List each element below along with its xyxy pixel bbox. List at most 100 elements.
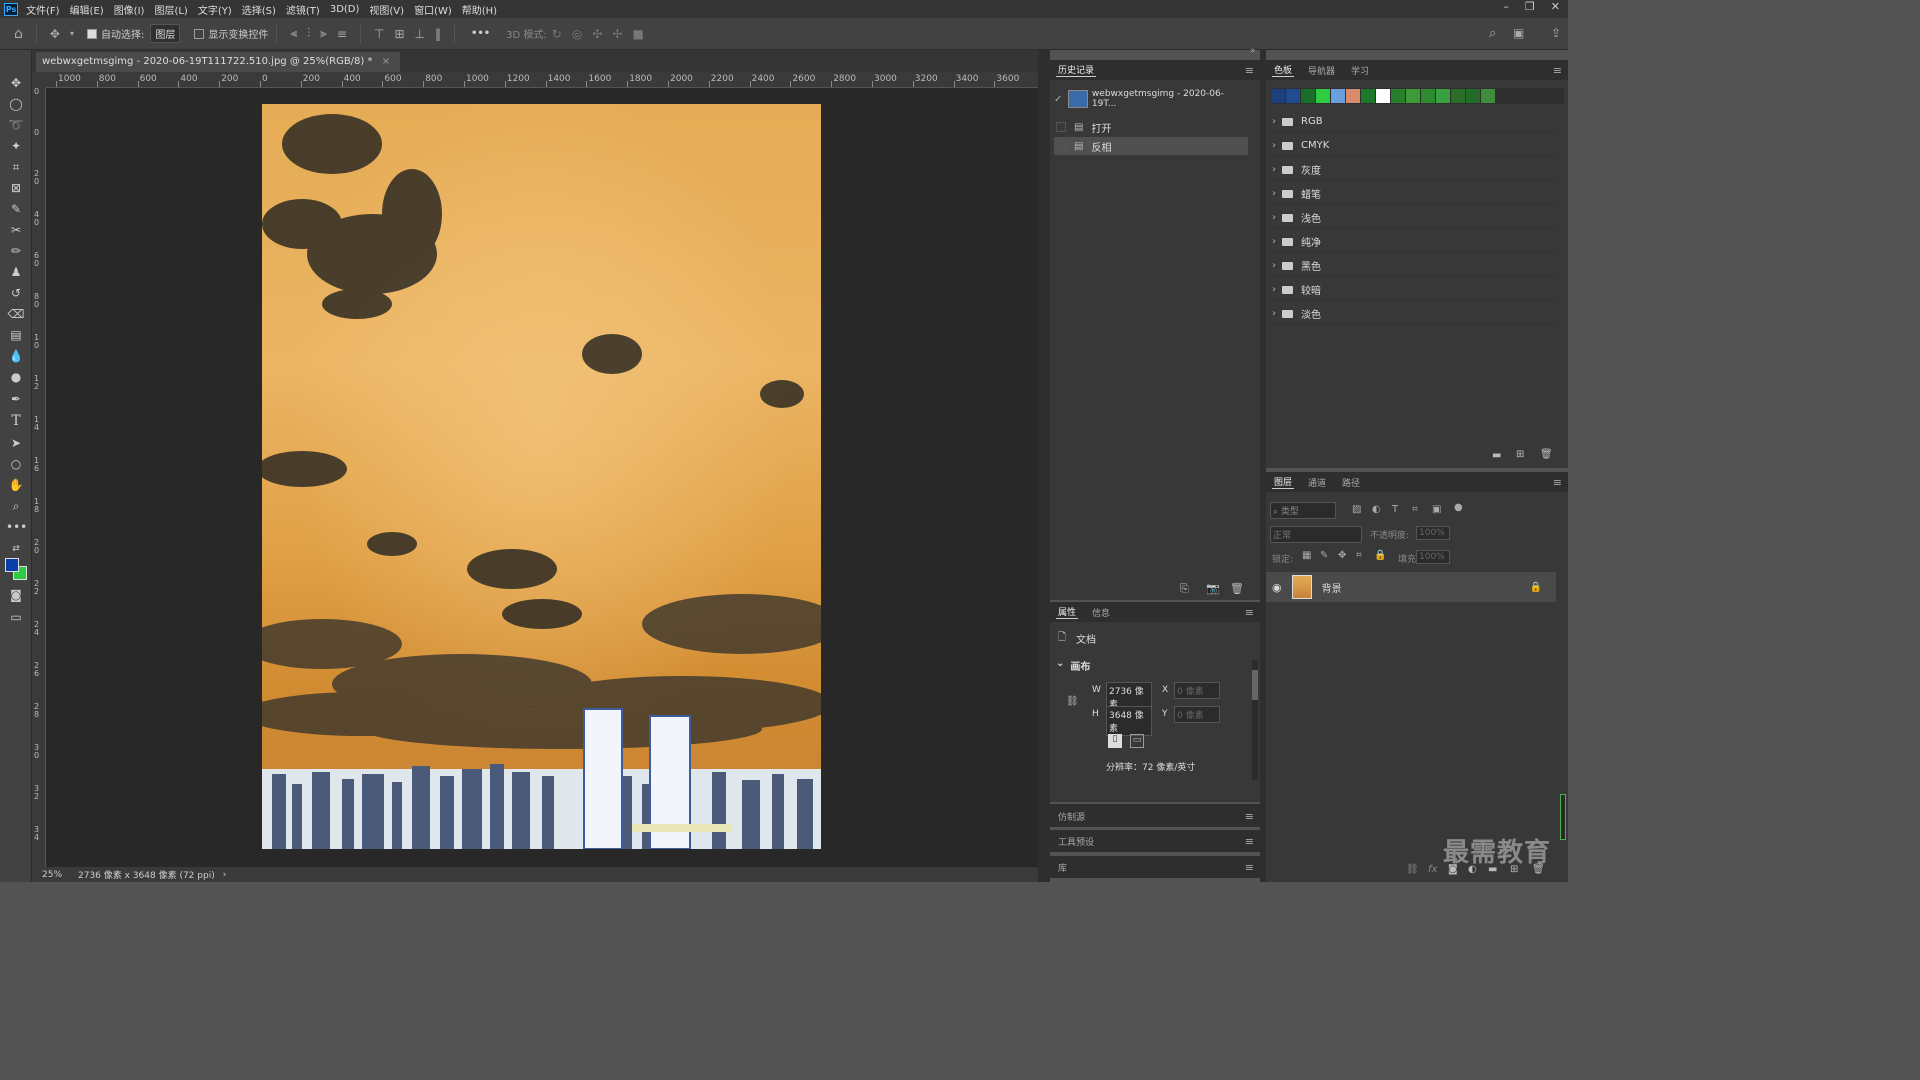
panel-menu-icon[interactable]: ≡ bbox=[1553, 64, 1562, 77]
color-swatch[interactable] bbox=[1421, 89, 1435, 103]
chevron-right-icon[interactable]: › bbox=[1272, 164, 1276, 175]
tab-layers[interactable]: 图层 bbox=[1272, 475, 1295, 489]
chevron-right-icon[interactable]: › bbox=[1272, 308, 1276, 319]
healing-brush-icon[interactable]: ✂ bbox=[6, 221, 26, 239]
brush-tool-icon[interactable]: ✏ bbox=[6, 242, 26, 260]
home-icon[interactable]: ⌂ bbox=[14, 26, 23, 42]
history-item-open[interactable]: ▤ 打开 bbox=[1054, 118, 1248, 136]
collapse-panels-icon[interactable]: » bbox=[1250, 46, 1256, 56]
chevron-right-icon[interactable]: › bbox=[1272, 236, 1276, 247]
foreground-color-swatch[interactable] bbox=[5, 558, 19, 572]
menu-layer[interactable]: 图层(L) bbox=[154, 2, 187, 17]
color-swatch[interactable] bbox=[1376, 89, 1390, 103]
chevron-right-icon[interactable]: › bbox=[1272, 212, 1276, 223]
filter-shape-icon[interactable]: ⌗ bbox=[1412, 504, 1418, 515]
eye-visibility-icon[interactable]: ◉ bbox=[1272, 581, 1282, 594]
status-menu-arrow[interactable]: › bbox=[223, 870, 227, 880]
color-swatch[interactable] bbox=[1271, 89, 1285, 103]
lock-icon[interactable]: 🔒 bbox=[1530, 582, 1542, 593]
y-field[interactable]: 0 像素 bbox=[1174, 706, 1220, 723]
tool-presets-label[interactable]: 工具预设 bbox=[1056, 835, 1096, 848]
marquee-tool-icon[interactable]: ◯ bbox=[6, 95, 26, 113]
trash-icon[interactable]: 🗑 bbox=[1230, 582, 1244, 595]
show-transform-checkbox[interactable]: 显示变换控件 bbox=[194, 26, 268, 41]
zoom-level[interactable]: 25% bbox=[42, 870, 72, 880]
camera-3d-icon[interactable]: ■ bbox=[632, 27, 643, 41]
swatch-group[interactable]: › 浅色 bbox=[1272, 208, 1556, 228]
filter-pixel-icon[interactable]: ▨ bbox=[1352, 504, 1361, 515]
fill-field[interactable]: 100% bbox=[1416, 550, 1450, 564]
align-middle-icon[interactable]: ⊞ bbox=[394, 27, 404, 41]
new-swatch-icon[interactable]: ⊞ bbox=[1516, 449, 1524, 460]
libraries-label[interactable]: 库 bbox=[1056, 861, 1069, 874]
type-tool-icon[interactable]: T bbox=[6, 412, 26, 430]
color-swatch[interactable] bbox=[1361, 89, 1375, 103]
document-tab[interactable]: webwxgetmsgimg - 2020-06-19T111722.510.j… bbox=[36, 52, 401, 72]
menu-edit[interactable]: 编辑(E) bbox=[70, 2, 104, 17]
drag-3d-icon[interactable]: ✣ bbox=[592, 27, 602, 41]
panel-menu-icon[interactable]: ≡ bbox=[1245, 64, 1254, 77]
tab-history[interactable]: 历史记录 bbox=[1056, 63, 1097, 77]
more-options-button[interactable]: ••• bbox=[471, 28, 490, 39]
crop-tool-icon[interactable]: ⌗ bbox=[6, 158, 26, 176]
lock-pixels-icon[interactable]: ✎ bbox=[1320, 550, 1328, 561]
ruler-vertical[interactable]: 0 0 2 0 4 0 6 0 8 0 1 0 1 2 1 4 1 6 1 8 2 0 2 2 2 4 2 … bbox=[32, 88, 46, 867]
color-swatch[interactable] bbox=[1466, 89, 1480, 103]
chevron-right-icon[interactable]: › bbox=[1272, 140, 1276, 151]
tab-learn[interactable]: 学习 bbox=[1349, 64, 1371, 77]
close-tab-icon[interactable]: × bbox=[382, 56, 390, 67]
menu-filter[interactable]: 滤镜(T) bbox=[286, 2, 320, 17]
screen-mode-icon[interactable]: ▭ bbox=[6, 608, 26, 626]
new-document-from-state-icon[interactable]: ⎘ bbox=[1180, 582, 1189, 596]
libraries-panel[interactable]: 库 ≡ bbox=[1050, 856, 1260, 878]
menu-help[interactable]: 帮助(H) bbox=[462, 2, 497, 17]
panel-menu-icon[interactable]: ≡ bbox=[1553, 476, 1562, 489]
history-checkbox[interactable] bbox=[1056, 122, 1066, 132]
history-item-invert[interactable]: ▤ 反相 bbox=[1054, 137, 1248, 155]
align-bottom-icon[interactable]: ⊥ bbox=[415, 27, 425, 41]
align-center-icon[interactable]: ⫶ bbox=[307, 26, 310, 41]
height-field[interactable]: 3648 像素 bbox=[1106, 706, 1152, 736]
x-field[interactable]: 0 像素 bbox=[1174, 682, 1220, 699]
tab-paths[interactable]: 路径 bbox=[1340, 476, 1362, 489]
color-swatch[interactable] bbox=[1406, 89, 1420, 103]
chevron-right-icon[interactable]: › bbox=[1272, 116, 1276, 127]
close-window-button[interactable]: ✕ bbox=[1551, 0, 1560, 13]
share-icon[interactable]: ⇪ bbox=[1551, 26, 1561, 40]
swatch-group[interactable]: › 灰度 bbox=[1272, 160, 1556, 180]
tool-presets-panel[interactable]: 工具预设 ≡ bbox=[1050, 830, 1260, 852]
filter-adjustment-icon[interactable]: ◐ bbox=[1372, 504, 1381, 515]
color-swatch[interactable] bbox=[1316, 89, 1330, 103]
lasso-tool-icon[interactable]: ➰ bbox=[6, 116, 26, 134]
tab-swatches[interactable]: 色板 bbox=[1272, 63, 1295, 77]
menu-select[interactable]: 选择(S) bbox=[242, 2, 276, 17]
blur-tool-icon[interactable]: 💧 bbox=[6, 347, 26, 365]
distribute-vertical-icon[interactable]: ‖ bbox=[435, 27, 441, 41]
orbit-3d-icon[interactable]: ↻ bbox=[552, 27, 562, 41]
chevron-right-icon[interactable]: › bbox=[1272, 284, 1276, 295]
eraser-icon[interactable]: ⌫ bbox=[6, 305, 26, 323]
slide-3d-icon[interactable]: ✢ bbox=[612, 27, 622, 41]
checkbox-icon[interactable] bbox=[86, 28, 97, 39]
new-group-folder-icon[interactable]: ▬ bbox=[1492, 450, 1501, 461]
checkbox-icon[interactable] bbox=[194, 28, 205, 39]
landscape-orientation-icon[interactable]: ▭ bbox=[1130, 734, 1144, 748]
swatch-group[interactable]: › 蜡笔 bbox=[1272, 184, 1556, 204]
lock-transparent-icon[interactable]: ▦ bbox=[1302, 550, 1311, 561]
color-swatch[interactable] bbox=[1481, 89, 1495, 103]
color-swatch[interactable] bbox=[1346, 89, 1360, 103]
align-top-icon[interactable]: ⊤ bbox=[374, 27, 384, 41]
fx-icon[interactable]: fx bbox=[1428, 864, 1437, 875]
tab-properties[interactable]: 属性 bbox=[1056, 605, 1079, 619]
blend-mode-select[interactable]: 正常 bbox=[1270, 526, 1362, 543]
filter-toggle-icon[interactable]: ● bbox=[1454, 502, 1463, 513]
menu-view[interactable]: 视图(V) bbox=[369, 2, 404, 17]
color-swatch[interactable] bbox=[1391, 89, 1405, 103]
menu-3d[interactable]: 3D(D) bbox=[330, 4, 360, 15]
panel-menu-icon[interactable]: ≡ bbox=[1245, 606, 1254, 619]
auto-select-checkbox[interactable]: 自动选择: bbox=[86, 26, 144, 41]
color-swatch[interactable] bbox=[1301, 89, 1315, 103]
restore-button[interactable]: ❐ bbox=[1525, 0, 1535, 13]
link-layers-icon[interactable]: ⛓ bbox=[1406, 864, 1419, 875]
chevron-right-icon[interactable]: › bbox=[1272, 260, 1276, 271]
